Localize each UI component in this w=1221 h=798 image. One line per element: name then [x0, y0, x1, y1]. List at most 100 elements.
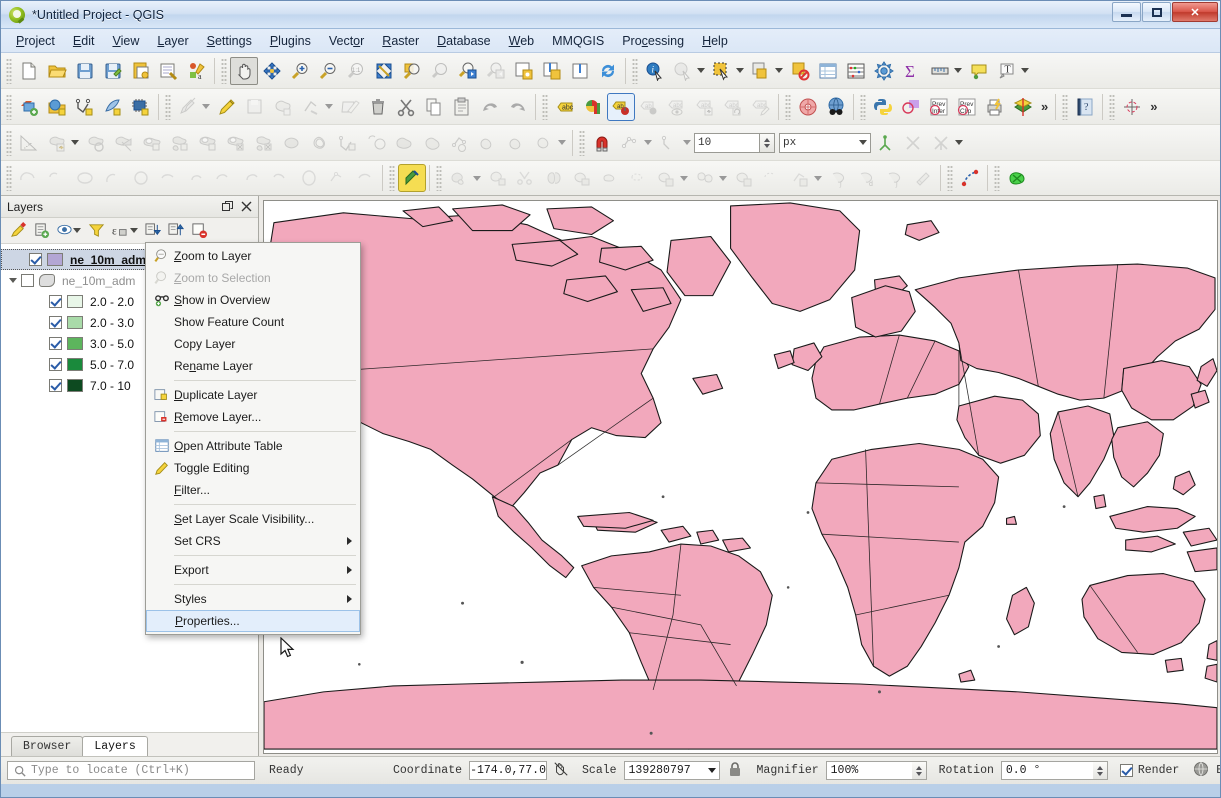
shape-digitize-j-button[interactable]: [267, 164, 295, 192]
geometry-tool-m-button[interactable]: ∫: [825, 164, 853, 192]
georeferencer-button[interactable]: [794, 93, 822, 121]
ctx-zoom-to-layer[interactable]: Zoom to Layer: [146, 245, 360, 267]
ctx-show-feature-count[interactable]: Show Feature Count: [146, 311, 360, 333]
filter-legend-icon[interactable]: [85, 220, 107, 242]
enable-topological-editing-button[interactable]: [871, 129, 899, 157]
tab-browser[interactable]: Browser: [11, 736, 84, 756]
menu-view[interactable]: View: [103, 31, 148, 51]
shape-digitize-f-button[interactable]: [155, 164, 183, 192]
add-raster-layer-button[interactable]: [43, 93, 71, 121]
class-visibility-checkbox[interactable]: [49, 337, 62, 350]
geometry-tool-h-button[interactable]: [652, 164, 680, 192]
chevron-down-icon[interactable]: [644, 140, 652, 145]
zoom-native-button[interactable]: 1:1: [342, 57, 370, 85]
split-features-button[interactable]: [334, 129, 362, 157]
expand-all-icon[interactable]: [142, 220, 164, 242]
preview-clip-button[interactable]: Prev Clip: [953, 93, 981, 121]
save-layer-edits-button[interactable]: [241, 93, 269, 121]
digitize-shape-button[interactable]: [502, 129, 530, 157]
rotate-point-symbols-button[interactable]: [446, 129, 474, 157]
label-abc-button[interactable]: abc: [551, 93, 579, 121]
snapping-tolerance-stepper[interactable]: [760, 132, 775, 153]
maximize-button[interactable]: [1142, 2, 1171, 22]
add-feature-button[interactable]: [269, 93, 297, 121]
menu-plugins[interactable]: Plugins: [261, 31, 320, 51]
add-postgis-layer-button[interactable]: [127, 93, 155, 121]
ctx-set-crs[interactable]: Set CRS: [146, 530, 360, 552]
circular-string-button[interactable]: [530, 129, 558, 157]
menu-edit[interactable]: Edit: [64, 31, 104, 51]
coordinate-capture-button[interactable]: [1118, 93, 1146, 121]
toolbar-grip[interactable]: [6, 129, 12, 156]
show-hide-labels-button[interactable]: abc: [663, 93, 691, 121]
move-feature-button[interactable]: [43, 129, 71, 157]
layer-context-menu[interactable]: Zoom to Layer Zoom to Selection Show in …: [145, 242, 361, 635]
run-feature-action-button[interactable]: [669, 57, 697, 85]
statistical-summary-button[interactable]: Σ: [898, 57, 926, 85]
delete-ring-button[interactable]: [222, 129, 250, 157]
menu-database[interactable]: Database: [428, 31, 500, 51]
save-project-button[interactable]: [71, 57, 99, 85]
crs-label[interactable]: EPSG:4326: [1216, 764, 1220, 777]
coordinate-capture-icon[interactable]: [553, 761, 569, 781]
magnifier-stepper[interactable]: [911, 761, 927, 780]
vertex-tool-button[interactable]: [297, 93, 325, 121]
new-map-view-button[interactable]: [510, 57, 538, 85]
new-text-annotation-button[interactable]: T: [993, 57, 1021, 85]
mmqgis-plugin-button[interactable]: [1003, 164, 1031, 192]
menu-processing[interactable]: Processing: [613, 31, 693, 51]
layer-visibility-checkbox[interactable]: [29, 253, 42, 266]
measure-tool-button[interactable]: [15, 129, 43, 157]
zoom-in-button[interactable]: [286, 57, 314, 85]
mmqgis-shapes-button[interactable]: [897, 93, 925, 121]
shape-digitize-h-button[interactable]: [211, 164, 239, 192]
ctx-filter[interactable]: Filter...: [146, 479, 360, 501]
chevron-down-icon[interactable]: [71, 140, 79, 145]
toolbar-grip[interactable]: [542, 93, 548, 120]
chevron-down-icon[interactable]: [955, 140, 963, 145]
toolbar-grip[interactable]: [579, 129, 585, 156]
diagram-button[interactable]: [579, 93, 607, 121]
delete-selected-button[interactable]: [364, 93, 392, 121]
avoid-overlap-button[interactable]: [899, 129, 927, 157]
chevron-down-icon[interactable]: [1021, 68, 1029, 73]
shape-digitize-g-button[interactable]: [183, 164, 211, 192]
render-checkbox[interactable]: [1119, 764, 1133, 777]
map-tips-button[interactable]: [965, 57, 993, 85]
chevron-down-icon[interactable]: [775, 68, 783, 73]
class-visibility-checkbox[interactable]: [49, 358, 62, 371]
style-manager-icon[interactable]: [7, 220, 29, 242]
geometry-tool-o-button[interactable]: ∫: [881, 164, 909, 192]
pan-map-button[interactable]: [230, 56, 258, 85]
deselect-all-button[interactable]: [786, 57, 814, 85]
ctx-duplicate-layer[interactable]: Duplicate Layer: [146, 384, 360, 406]
paste-features-button[interactable]: [448, 93, 476, 121]
copy-features-button[interactable]: [420, 93, 448, 121]
geometry-tool-n-button[interactable]: d: [853, 164, 881, 192]
menu-settings[interactable]: Settings: [198, 31, 261, 51]
geometry-tool-p-button[interactable]: [909, 164, 937, 192]
ctx-toggle-editing[interactable]: Toggle Editing: [146, 457, 360, 479]
shape-digitize-b-button[interactable]: [43, 164, 71, 192]
menu-web[interactable]: Web: [500, 31, 543, 51]
pin-labels-button[interactable]: ab: [635, 93, 663, 121]
chevron-down-icon[interactable]: [202, 104, 210, 109]
new-map-view-2-button[interactable]: [566, 57, 594, 85]
expand-triangle-icon[interactable]: [9, 278, 17, 283]
toolbar-overflow-icon[interactable]: »: [1150, 99, 1157, 114]
merge-attributes-button[interactable]: [418, 129, 446, 157]
change-label-button[interactable]: abc: [747, 93, 775, 121]
zoom-next-button[interactable]: [482, 57, 510, 85]
globe-icon[interactable]: [1193, 761, 1209, 781]
add-group-icon[interactable]: [30, 220, 52, 242]
chevron-down-icon[interactable]: [473, 175, 481, 181]
toolbar-overflow-icon[interactable]: »: [1041, 99, 1048, 114]
measure-line-button[interactable]: [926, 57, 954, 85]
undo-button[interactable]: [476, 93, 504, 121]
toolbar-grip[interactable]: [860, 93, 866, 120]
add-spatialite-layer-button[interactable]: [99, 93, 127, 121]
scale-combo[interactable]: 139280797: [623, 761, 720, 780]
shape-digitize-a-button[interactable]: [15, 164, 43, 192]
snapping-units-combo[interactable]: px: [779, 132, 871, 153]
open-project-button[interactable]: [43, 57, 71, 85]
